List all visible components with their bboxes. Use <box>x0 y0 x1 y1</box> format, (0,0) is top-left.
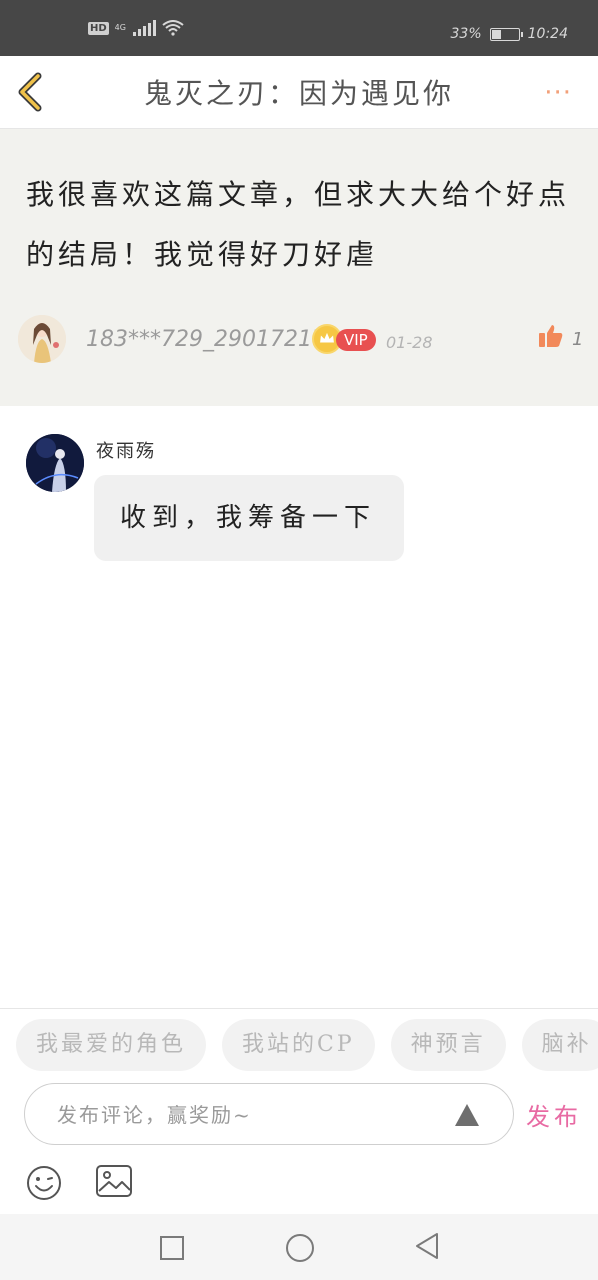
system-nav-bar <box>0 1214 598 1280</box>
hd-badge: HD <box>88 21 109 35</box>
topic-chips: 我最爱的角色 我站的CP 神预言 脑补 <box>16 1019 598 1071</box>
nav-home-icon[interactable] <box>286 1234 314 1262</box>
comment-text: 我很喜欢这篇文章，但求大大给个好点的结局！我觉得好刀好虐 <box>26 178 571 271</box>
image-icon[interactable] <box>96 1165 132 1197</box>
back-arrow-icon[interactable] <box>14 72 48 112</box>
network-label: 4G <box>114 23 126 32</box>
comment-card: 我很喜欢这篇文章，但求大大给个好点的结局！我觉得好刀好虐 183***729_2… <box>0 129 598 406</box>
reply-text: 收到，我筹备一下 <box>120 503 377 533</box>
publish-button[interactable]: 发布 <box>526 1097 582 1132</box>
replier-name: 夜雨殇 <box>96 441 156 462</box>
battery-icon <box>489 27 523 41</box>
page-title: 鬼灭之刃：因为遇见你 <box>143 77 454 110</box>
reply-bubble: 收到，我筹备一下 <box>94 475 404 561</box>
nav-back-icon[interactable] <box>414 1232 440 1260</box>
replier-avatar[interactable] <box>26 434 84 492</box>
comment-date: 01-28 <box>386 333 433 352</box>
emoji-icon[interactable] <box>26 1165 62 1201</box>
vip-badge: VIP <box>336 329 376 351</box>
comment-composer: 我最爱的角色 我站的CP 神预言 脑补 发布 <box>0 1008 598 1215</box>
chip-imagination[interactable]: 脑补 <box>521 1019 598 1071</box>
comment-input-box[interactable] <box>24 1083 514 1145</box>
nav-square-icon[interactable] <box>160 1236 184 1260</box>
like-count: 1 <box>572 329 584 350</box>
clock: 10:24 <box>527 26 568 42</box>
commenter-avatar[interactable] <box>18 315 66 363</box>
status-bar: HD 4G 33% 10:24 <box>0 0 598 56</box>
triangle-icon[interactable] <box>455 1104 479 1126</box>
signal-icon <box>132 20 156 36</box>
chip-prophecy[interactable]: 神预言 <box>390 1019 506 1071</box>
chip-favorite-character[interactable]: 我最爱的角色 <box>16 1019 207 1071</box>
chip-cp[interactable]: 我站的CP <box>222 1019 375 1071</box>
status-right: 33% 10:24 <box>451 26 568 42</box>
more-icon[interactable]: ··· <box>544 78 572 108</box>
battery-percent: 33% <box>450 26 482 42</box>
top-bar: 鬼灭之刃：因为遇见你 ··· <box>0 56 598 129</box>
commenter-username: 183***729_290172179 <box>86 327 340 352</box>
wifi-icon <box>162 20 184 36</box>
thumbs-up-icon[interactable] <box>538 323 564 349</box>
status-left: HD 4G <box>88 20 184 36</box>
comment-input[interactable] <box>55 1096 439 1134</box>
